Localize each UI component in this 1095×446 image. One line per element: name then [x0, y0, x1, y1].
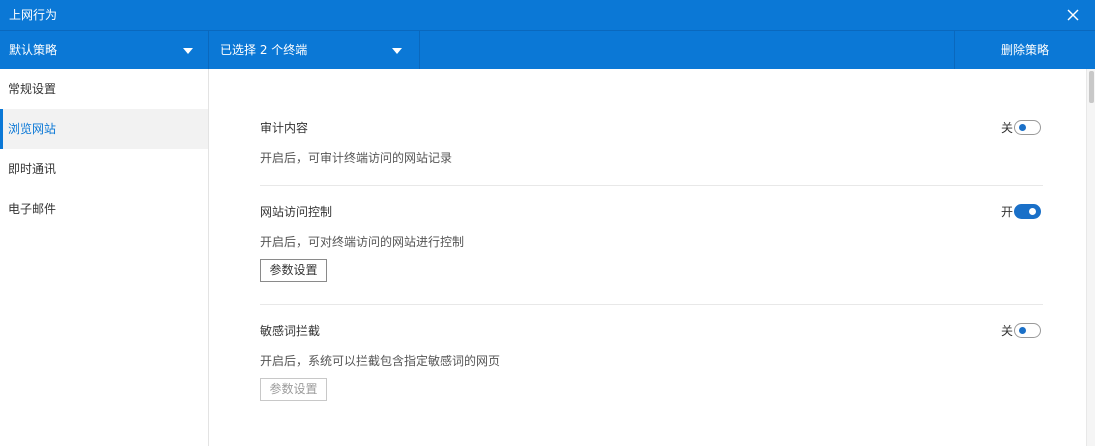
terminals-dropdown[interactable]: 已选择 2 个终端: [209, 31, 420, 69]
close-icon[interactable]: [1065, 7, 1081, 23]
section-description: 开启后，可审计终端访问的网站记录: [260, 151, 453, 165]
website-access-control-toggle[interactable]: [1014, 204, 1041, 219]
sidebar-item-browse-websites[interactable]: 浏览网站: [0, 109, 208, 149]
sidebar: 常规设置 浏览网站 即时通讯 电子邮件: [0, 69, 209, 446]
access-control-settings-button[interactable]: 参数设置: [260, 259, 327, 282]
section-title: 敏感词拦截: [260, 324, 321, 338]
window-title: 上网行为: [9, 8, 58, 22]
divider: [260, 185, 1043, 186]
toggle-knob: [1029, 208, 1036, 215]
sidebar-item-label: 电子邮件: [8, 202, 57, 216]
main-panel: 审计内容 开启后，可审计终端访问的网站记录 关 网站访问控制 开启后，可对终端访…: [210, 69, 1085, 446]
scrollbar-thumb[interactable]: [1089, 71, 1094, 103]
divider: [260, 304, 1043, 305]
toggle-group: 开: [983, 203, 1043, 221]
sidebar-item-email[interactable]: 电子邮件: [0, 189, 208, 229]
audit-content-toggle[interactable]: [1014, 120, 1041, 135]
delete-policy-button[interactable]: 删除策略: [954, 31, 1095, 69]
toggle-state-label: 开: [1000, 205, 1013, 219]
toggle-knob: [1019, 327, 1026, 334]
terminals-dropdown-label: 已选择 2 个终端: [220, 43, 308, 57]
vertical-scrollbar[interactable]: [1086, 69, 1095, 446]
sidebar-item-general[interactable]: 常规设置: [0, 69, 208, 109]
sidebar-item-label: 浏览网站: [8, 122, 57, 136]
toolbar: 默认策略 已选择 2 个终端 删除策略: [0, 30, 1095, 69]
chevron-down-icon: [183, 48, 193, 54]
sidebar-item-instant-messaging[interactable]: 即时通讯: [0, 149, 208, 189]
section-description: 开启后，可对终端访问的网站进行控制: [260, 235, 465, 249]
title-bar: 上网行为: [0, 0, 1095, 30]
toggle-group: 关: [983, 322, 1043, 340]
sidebar-item-label: 常规设置: [8, 82, 57, 96]
policy-dropdown[interactable]: 默认策略: [0, 31, 209, 69]
toggle-state-label: 关: [1000, 324, 1013, 338]
sidebar-item-label: 即时通讯: [8, 162, 57, 176]
sensitive-word-settings-button[interactable]: 参数设置: [260, 378, 327, 401]
toggle-knob: [1019, 124, 1026, 131]
toggle-state-label: 关: [1000, 121, 1013, 135]
policy-dropdown-label: 默认策略: [9, 43, 58, 57]
section-description: 开启后，系统可以拦截包含指定敏感词的网页: [260, 354, 501, 368]
chevron-down-icon: [392, 48, 402, 54]
section-title: 网站访问控制: [260, 205, 333, 219]
section-title: 审计内容: [260, 121, 309, 135]
sensitive-word-block-toggle[interactable]: [1014, 323, 1041, 338]
toggle-group: 关: [983, 119, 1043, 137]
